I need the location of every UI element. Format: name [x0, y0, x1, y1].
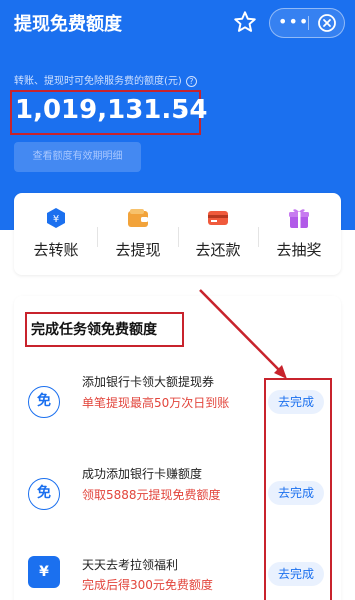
- quota-subtitle-text: 转账、提现时可免除服务费的额度(元): [14, 76, 182, 87]
- help-icon[interactable]: ?: [185, 76, 197, 87]
- free-badge-icon: 免: [28, 478, 60, 510]
- task-description: 单笔提现最高50万次日到账: [82, 396, 230, 410]
- more-icon[interactable]: •••: [278, 14, 308, 31]
- quick-actions-card: ¥ 去转账 去提现 去还款 去抽奖: [14, 193, 341, 275]
- task-description: 领取5888元提现免费额度: [82, 488, 221, 502]
- capsule-divider: [308, 16, 309, 30]
- quota-subtitle: 转账、提现时可免除服务费的额度(元)?: [14, 72, 197, 87]
- quick-action-label: 去转账: [33, 241, 79, 259]
- quick-action-repay[interactable]: 去还款: [178, 193, 258, 275]
- wallet-icon: [128, 209, 148, 227]
- star-icon[interactable]: [232, 9, 258, 35]
- buttons-highlight-box: [264, 378, 332, 600]
- title-bar: 提现免费额度 •••: [0, 0, 355, 46]
- quick-action-label: 去抽奖: [276, 241, 322, 259]
- quick-action-label: 去还款: [195, 241, 241, 259]
- miniapp-capsule: •••: [269, 8, 345, 38]
- quota-amount[interactable]: 1,019,131.54: [15, 95, 207, 125]
- chevron-right-icon[interactable]: ›: [180, 104, 186, 123]
- svg-text:¥: ¥: [53, 214, 59, 225]
- close-icon[interactable]: [317, 13, 337, 33]
- quick-action-lottery[interactable]: 去抽奖: [259, 193, 339, 275]
- task-name: 添加银行卡领大额提现券: [82, 375, 215, 389]
- quick-action-withdraw[interactable]: 去提现: [98, 193, 178, 275]
- coupon-icon: ¥: [28, 556, 60, 588]
- view-validity-button[interactable]: 查看额度有效期明细: [14, 142, 141, 172]
- transfer-icon: ¥: [47, 208, 65, 228]
- quick-action-transfer[interactable]: ¥ 去转账: [16, 193, 96, 275]
- task-name: 天天去考拉领福利: [82, 558, 179, 572]
- tasks-section-title: 完成任务领免费额度: [31, 322, 157, 338]
- task-description: 完成后得300元免费额度: [82, 578, 213, 592]
- gift-icon: [289, 209, 309, 228]
- task-name: 成功添加银行卡赚额度: [82, 467, 203, 481]
- card-icon: [208, 211, 228, 225]
- page-title: 提现免费额度: [14, 14, 122, 35]
- quick-action-label: 去提现: [115, 241, 161, 259]
- free-badge-icon: 免: [28, 386, 60, 418]
